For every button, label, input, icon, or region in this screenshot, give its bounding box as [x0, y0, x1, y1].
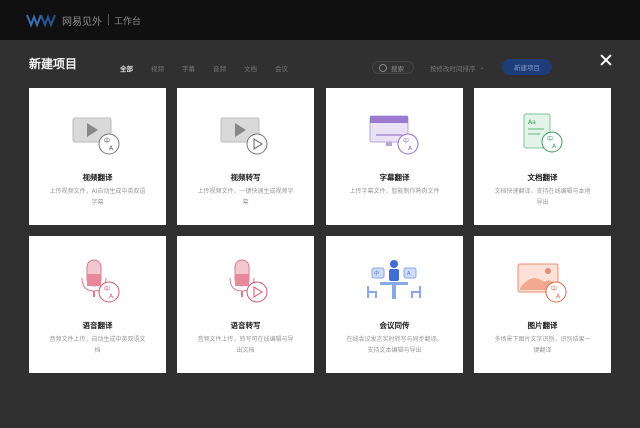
audio-translate-icon: 中 A	[81, 259, 120, 303]
svg-text:A: A	[407, 271, 411, 277]
card-title: 文档翻译	[527, 173, 558, 182]
tab-document[interactable]: 文档	[244, 63, 257, 73]
tab-subtitle[interactable]: 字幕	[182, 63, 195, 73]
search-label: 搜索	[391, 64, 404, 73]
card-title: 图片翻译	[527, 321, 558, 330]
brand-name: 网易见外	[62, 17, 102, 28]
subtitle-translate-icon: 中 A	[369, 115, 419, 155]
tab-video[interactable]: 视频	[151, 63, 164, 73]
card-subtitle-translate[interactable]: 中 A 字幕翻译 上传字幕文件，智能制作熟肉文件	[326, 88, 463, 225]
top-bar: 网易见外 工作台	[0, 0, 640, 40]
svg-text:中: 中	[551, 285, 557, 293]
svg-text:中: 中	[547, 135, 553, 143]
card-description: 在线会议发言实时转写与同步翻译，支持文本编辑与导出	[346, 336, 443, 354]
audio-transcribe-icon	[229, 259, 268, 303]
svg-text:Aa: Aa	[528, 119, 536, 126]
card-audio-transcribe[interactable]: 语音转写 音频文件上传，转写可在线编辑与导出文档	[177, 236, 314, 373]
document-translate-icon: Aa 中 A	[523, 113, 563, 153]
image-translate-icon: 中 A	[517, 263, 567, 303]
card-video-transcribe[interactable]: 视频转写 上传视频文件，一键快速生成视频字幕	[177, 88, 314, 225]
tab-all[interactable]: 全部	[120, 63, 133, 73]
category-tabs: 全部 视频 字幕 音频 文档 会议	[120, 63, 306, 73]
card-description: 上传字幕文件，智能制作熟肉文件	[349, 188, 440, 195]
card-video-translate[interactable]: 中 A 视频翻译 上传视频文件，AI自动生成中英双语字幕	[29, 88, 166, 225]
video-translate-icon: 中 A	[72, 117, 120, 155]
svg-text:中: 中	[104, 285, 110, 293]
card-description: 文档快速翻译，支持在线编辑与本地导出	[494, 188, 591, 206]
search-icon	[379, 63, 387, 72]
brand-divider	[108, 14, 109, 25]
card-title: 语音翻译	[82, 321, 113, 330]
svg-text:中: 中	[374, 270, 379, 277]
card-description: 多场景下图片文字识别，识别结果一键翻译	[494, 336, 591, 354]
card-audio-translate[interactable]: 中 A 语音翻译 音频文件上传，自动生成中英双语文档	[29, 236, 166, 373]
card-meeting-interpret[interactable]: 中 A 会议同传 在线会议发言实时转写与同步翻译，支持文本编辑与导出	[326, 236, 463, 373]
meeting-interpret-icon: 中 A	[367, 260, 421, 299]
svg-text:中: 中	[104, 137, 110, 145]
tab-meeting[interactable]: 会议	[275, 63, 288, 73]
tab-audio[interactable]: 音频	[213, 63, 226, 73]
card-description: 音频文件上传，自动生成中英双语文档	[49, 336, 146, 354]
workspace-link[interactable]: 工作台	[114, 14, 141, 27]
chevron-down-icon: ⌄	[479, 64, 485, 71]
card-description: 音频文件上传，转写可在线编辑与导出文档	[197, 336, 294, 354]
brand-logo-icon	[26, 14, 56, 28]
card-title: 语音转写	[230, 321, 261, 330]
card-title: 字幕翻译	[379, 173, 410, 182]
video-transcribe-icon	[220, 117, 268, 155]
svg-text:中: 中	[403, 137, 409, 145]
card-description: 上传视频文件，AI自动生成中英双语字幕	[49, 188, 146, 206]
card-title: 视频翻译	[82, 173, 113, 182]
search-input[interactable]: 搜索	[372, 61, 414, 74]
sort-dropdown[interactable]: 按修改时间排序 ⌄	[430, 61, 496, 74]
card-document-translate[interactable]: Aa 中 A 文档翻译 文档快速翻译，支持在线编辑与本地导出	[474, 88, 611, 225]
new-project-button[interactable]: 新建项目	[502, 59, 552, 75]
card-title: 视频转写	[230, 173, 261, 182]
card-image-translate[interactable]: 中 A 图片翻译 多场景下图片文字识别，识别结果一键翻译	[474, 236, 611, 373]
modal-title: 新建项目	[29, 57, 78, 71]
sort-label: 按修改时间排序	[430, 64, 476, 73]
card-description: 上传视频文件，一键快速生成视频字幕	[197, 188, 294, 206]
close-icon[interactable]	[598, 52, 614, 68]
card-title: 会议同传	[379, 321, 410, 330]
